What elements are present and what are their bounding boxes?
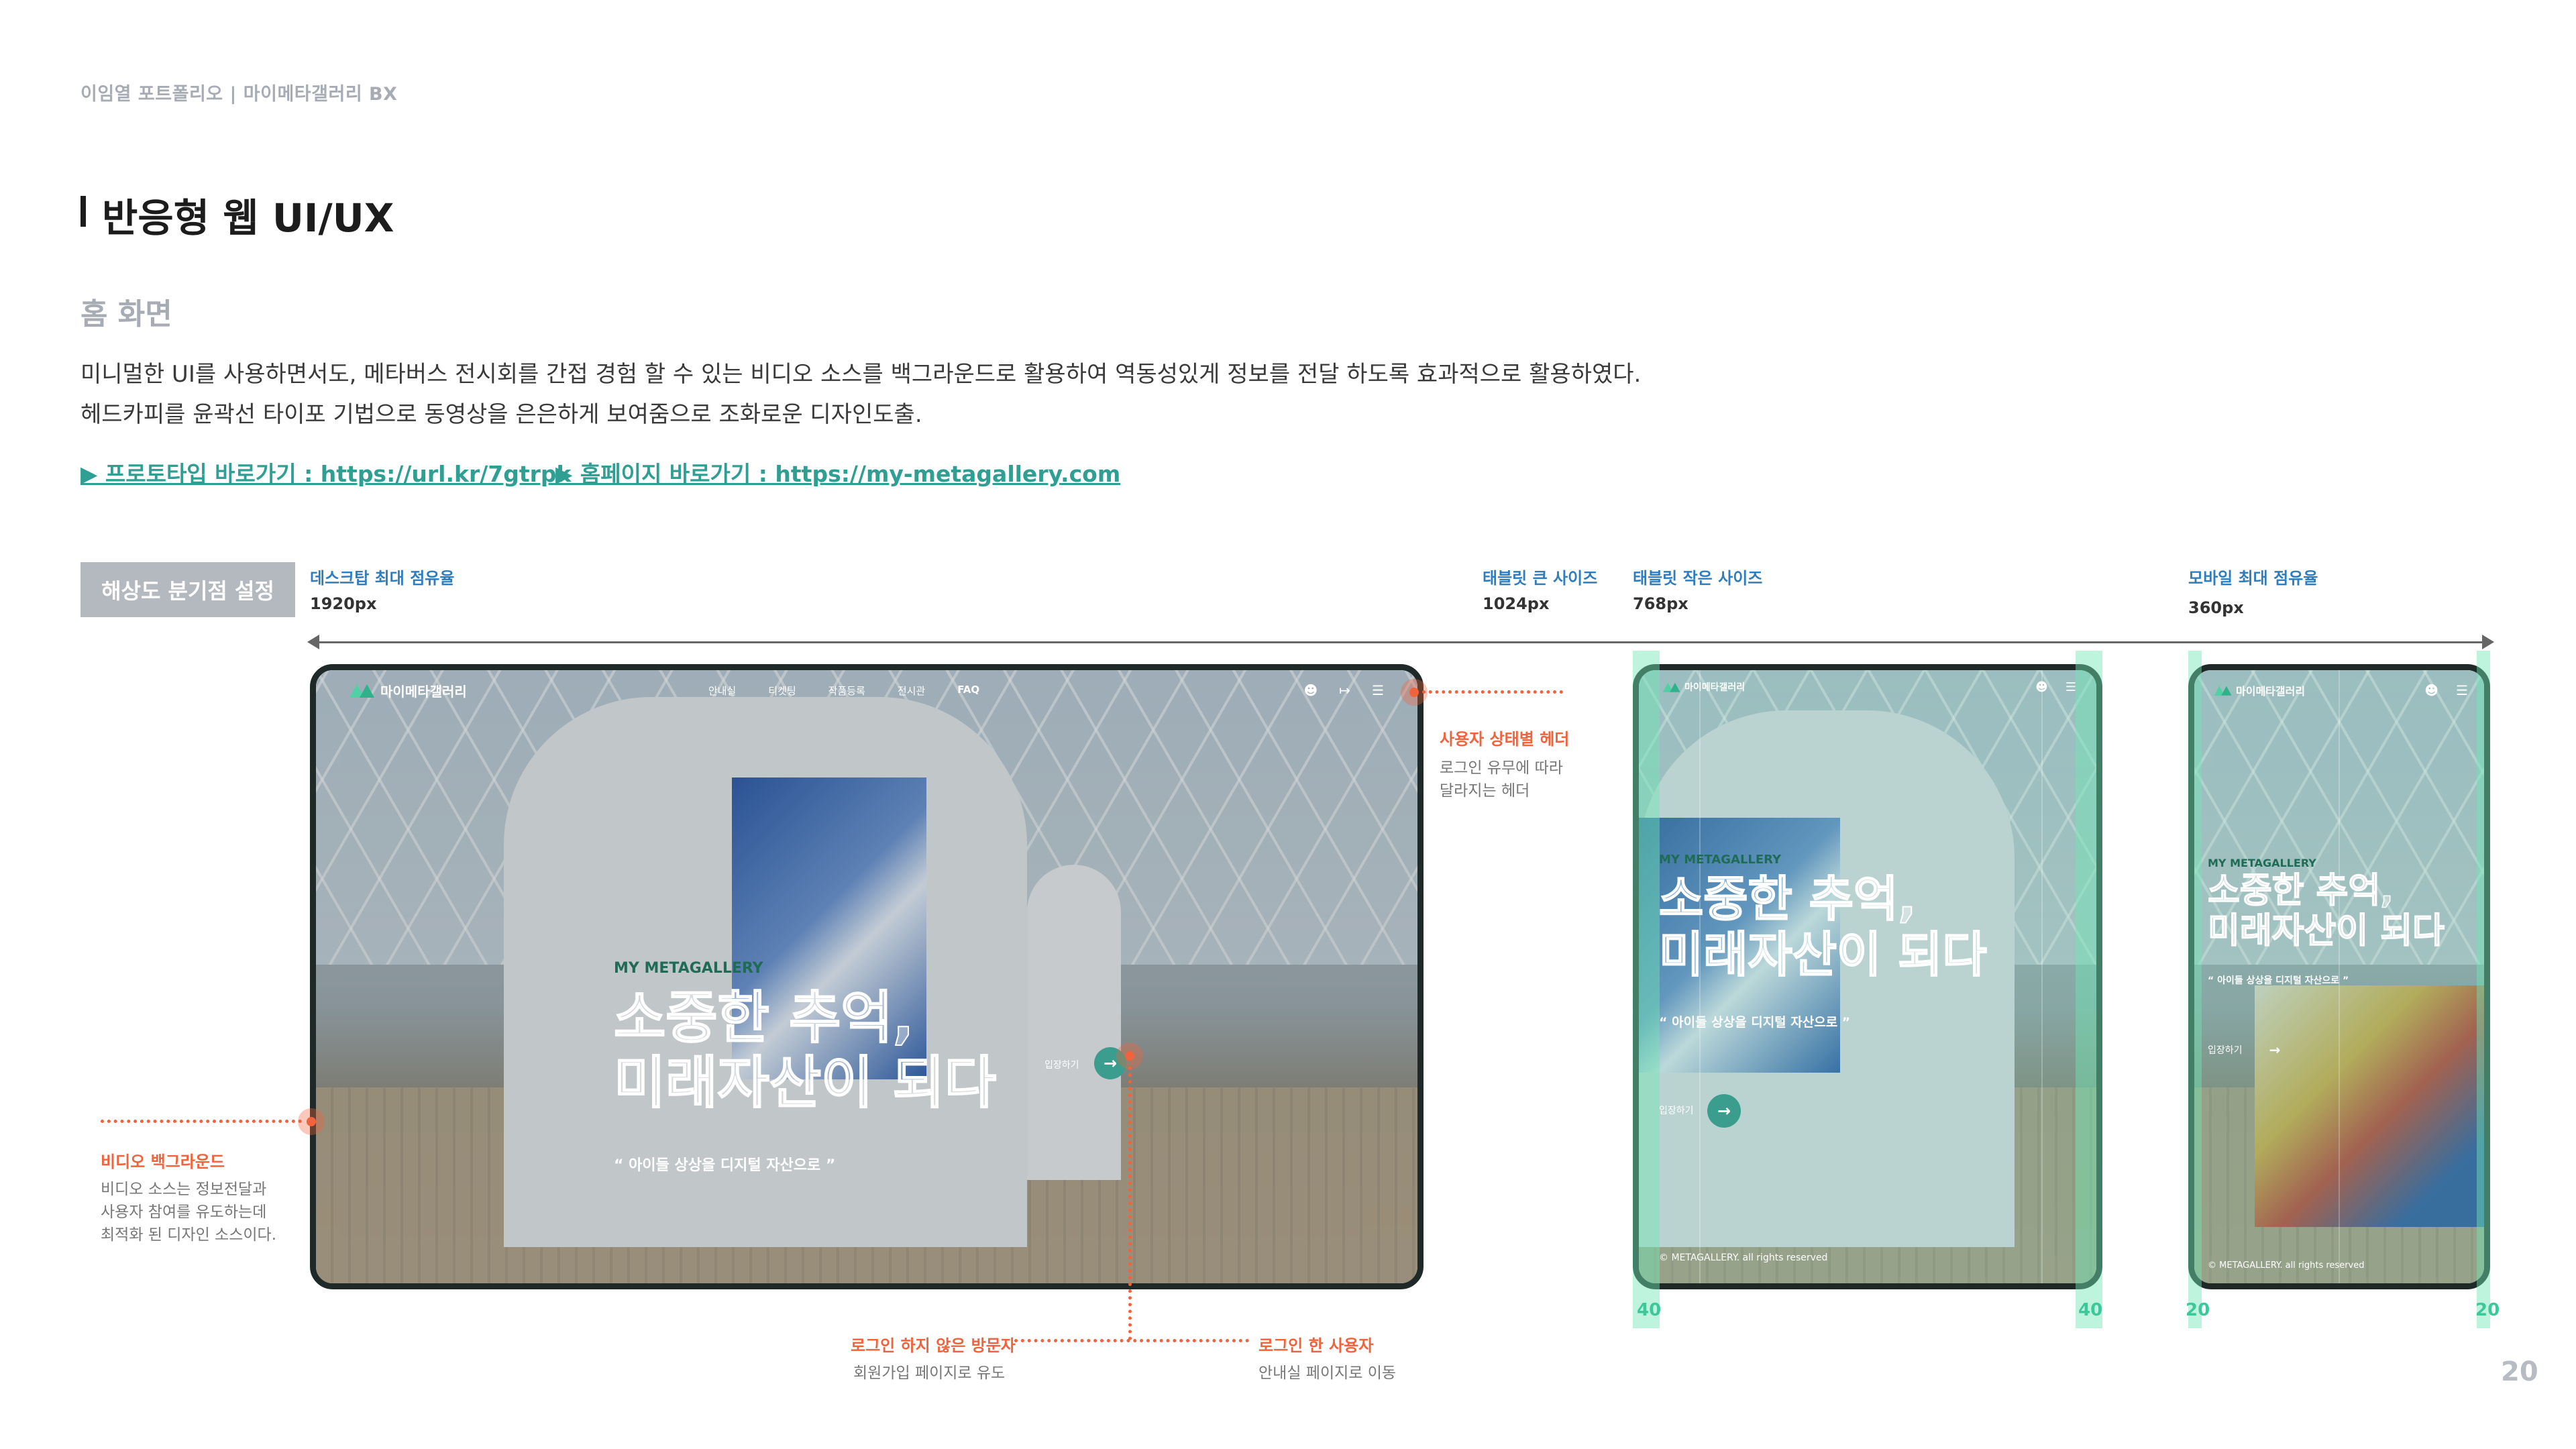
video-connector (101, 1120, 302, 1123)
description-line-1: 미니멀한 UI를 사용하면서도, 메타버스 전시회를 간접 경험 할 수 있는 … (80, 361, 1642, 388)
breakpoint-tablet-large-name: 태블릿 큰 사이즈 (1483, 569, 1598, 588)
tablet-margin-left-value: 40 (1637, 1300, 1662, 1320)
menu-icon[interactable]: ☰ (1372, 682, 1384, 698)
enter-connector-horizontal (1014, 1339, 1249, 1342)
page-title: 반응형 웹 UI/UX (102, 195, 394, 241)
copyright: © METAGALLERY. all rights reserved (1659, 1252, 1828, 1263)
arrow-right-icon (2482, 635, 2494, 649)
logo[interactable]: 마이메타갤러리 (380, 681, 467, 700)
homepage-link[interactable]: ▶ 홈페이지 바로가기 : https://my-metagallery.com (555, 456, 1120, 488)
header-annotation-title: 사용자 상태별 헤더 (1440, 730, 1570, 749)
header-icons: ☻ ↦ ☰ (1303, 682, 1384, 698)
breadcrumb: 이임열 포트폴리오 | 마이메타갤러리 BX (80, 84, 398, 105)
hero-line-2: 미래자산이 되다 (613, 1049, 997, 1116)
logout-icon[interactable]: ↦ (1339, 682, 1350, 698)
video-annotation-title: 비디오 백그라운드 (101, 1152, 225, 1171)
mobile-screen: 마이메타갤러리 ☻ ☰ MY METAGALLERY 소중한 추억, 미래자산이… (2188, 664, 2490, 1289)
menu-ticketing[interactable]: 티켓팅 (768, 684, 796, 698)
mobile-margin-left-value: 20 (2186, 1300, 2210, 1320)
hero-headline: 소중한 추억, 미래자산이 되다 (613, 985, 997, 1116)
guest-annotation-title: 로그인 하지 않은 방문자 (851, 1336, 1016, 1355)
title-accent-bar (80, 196, 86, 227)
logo[interactable]: 마이메타갤러리 (1684, 680, 1745, 694)
user-icon[interactable]: ☻ (1303, 682, 1318, 698)
guest-annotation-desc: 회원가입 페이지로 유도 (853, 1364, 1006, 1382)
enter-label[interactable]: 입장하기 (2208, 1043, 2243, 1057)
tablet-header: 마이메타갤러리 ☻ ☰ (1639, 670, 2096, 704)
user-icon[interactable]: ☻ (2424, 682, 2438, 698)
tablet-margin-right-value: 40 (2078, 1300, 2103, 1320)
enter-label[interactable]: 입장하기 (1659, 1104, 1694, 1117)
user-icon[interactable]: ☻ (2035, 680, 2048, 694)
main-menu: 안내실 티켓팅 작품등록 전시관 FAQ (708, 684, 979, 698)
enter-label[interactable]: 입장하기 (1044, 1058, 1079, 1071)
description: 미니멀한 UI를 사용하면서도, 메타버스 전시회를 간접 경험 할 수 있는 … (80, 354, 1641, 435)
hero-tagline: “ 아이들 상상을 디지털 자산으로 ” (614, 1157, 836, 1174)
breakpoint-label: 해상도 분기점 설정 (80, 562, 295, 617)
header-annotation-desc: 로그인 유무에 따라 달라지는 헤더 (1440, 759, 1563, 800)
menu-guide[interactable]: 안내실 (708, 684, 736, 698)
hero-tagline: “ 아이들 상상을 디지털 자산으로 ” (1659, 1015, 1851, 1030)
logo-icon (2214, 685, 2233, 696)
desktop-header: 마이메타갤러리 안내실 티켓팅 작품등록 전시관 FAQ ☻ ↦ ☰ (316, 670, 1417, 710)
breakpoint-range-line (315, 641, 2482, 643)
mobile-margin-right-value: 20 (2475, 1300, 2500, 1320)
menu-faq[interactable]: FAQ (957, 684, 979, 698)
hero-eyebrow: MY METAGALLERY (614, 960, 763, 977)
hero-eyebrow: MY METAGALLERY (1659, 853, 1782, 867)
page-number: 20 (2501, 1356, 2538, 1387)
hero-headline: 소중한 추억, 미래자산이 되다 (1658, 871, 1988, 983)
hero-line-1: 소중한 추억, (613, 985, 915, 1051)
enter-connector-vertical (1128, 1067, 1132, 1340)
breakpoint-desktop-name: 데스크탑 최대 점유율 (310, 569, 455, 588)
tablet-margin-right (2076, 651, 2102, 1328)
menu-icon[interactable]: ☰ (2065, 680, 2076, 694)
hero-tagline: “ 아이들 상상을 디지털 자산으로 ” (2208, 975, 2349, 986)
menu-register[interactable]: 작품등록 (828, 684, 865, 698)
breakpoint-mobile-size: 360px (2188, 598, 2244, 617)
tablet-screen: 마이메타갤러리 ☻ ☰ MY METAGALLERY 소중한 추억, 미래자산이… (1633, 664, 2102, 1289)
tablet-margin-left (1633, 651, 1660, 1328)
copyright: © METAGALLERY. all rights reserved (2208, 1260, 2365, 1271)
description-line-2: 헤드카피를 윤곽선 타이포 기법으로 동영상을 은은하게 보여줌으로 조화로운 … (80, 401, 922, 428)
prototype-link[interactable]: ▶ 프로토타입 바로가기 : https://url.kr/7gtrpk (80, 456, 571, 488)
mobile-margin-right (2477, 651, 2490, 1328)
logo[interactable]: 마이메타갤러리 (2236, 682, 2305, 698)
arrow-left-icon (307, 635, 319, 649)
mobile-header: 마이메타갤러리 ☻ ☰ (2194, 670, 2484, 710)
logo-icon (1662, 682, 1681, 692)
breakpoint-mobile-name: 모바일 최대 점유율 (2188, 569, 2318, 588)
header-connector (1422, 690, 1563, 694)
menu-icon[interactable]: ☰ (2456, 682, 2468, 698)
hero-headline: 소중한 추억, 미래자산이 되다 (2207, 870, 2445, 951)
breakpoint-tablet-small-size: 768px (1633, 594, 1688, 613)
breakpoint-tablet-large-size: 1024px (1483, 594, 1550, 613)
enter-arrow-button[interactable]: → (2261, 1036, 2288, 1063)
desktop-screen: 마이메타갤러리 안내실 티켓팅 작품등록 전시관 FAQ ☻ ↦ ☰ MY ME… (310, 664, 1424, 1289)
breakpoint-desktop-size: 1920px (310, 594, 377, 613)
member-annotation-title: 로그인 한 사용자 (1258, 1336, 1374, 1355)
menu-exhibition[interactable]: 전시관 (898, 684, 925, 698)
section-subtitle: 홈 화면 (80, 297, 172, 331)
mobile-margin-left (2188, 651, 2202, 1328)
enter-arrow-button[interactable]: → (1707, 1094, 1741, 1128)
breakpoint-tablet-small-name: 태블릿 작은 사이즈 (1633, 569, 1763, 588)
hero-eyebrow: MY METAGALLERY (2208, 857, 2316, 869)
video-annotation-desc: 비디오 소스는 정보전달과 사용자 참여를 유도하는데 최적화 된 디자인 소스… (101, 1181, 277, 1244)
logo-icon (350, 683, 375, 698)
member-annotation-desc: 안내실 페이지로 이동 (1258, 1364, 1397, 1382)
